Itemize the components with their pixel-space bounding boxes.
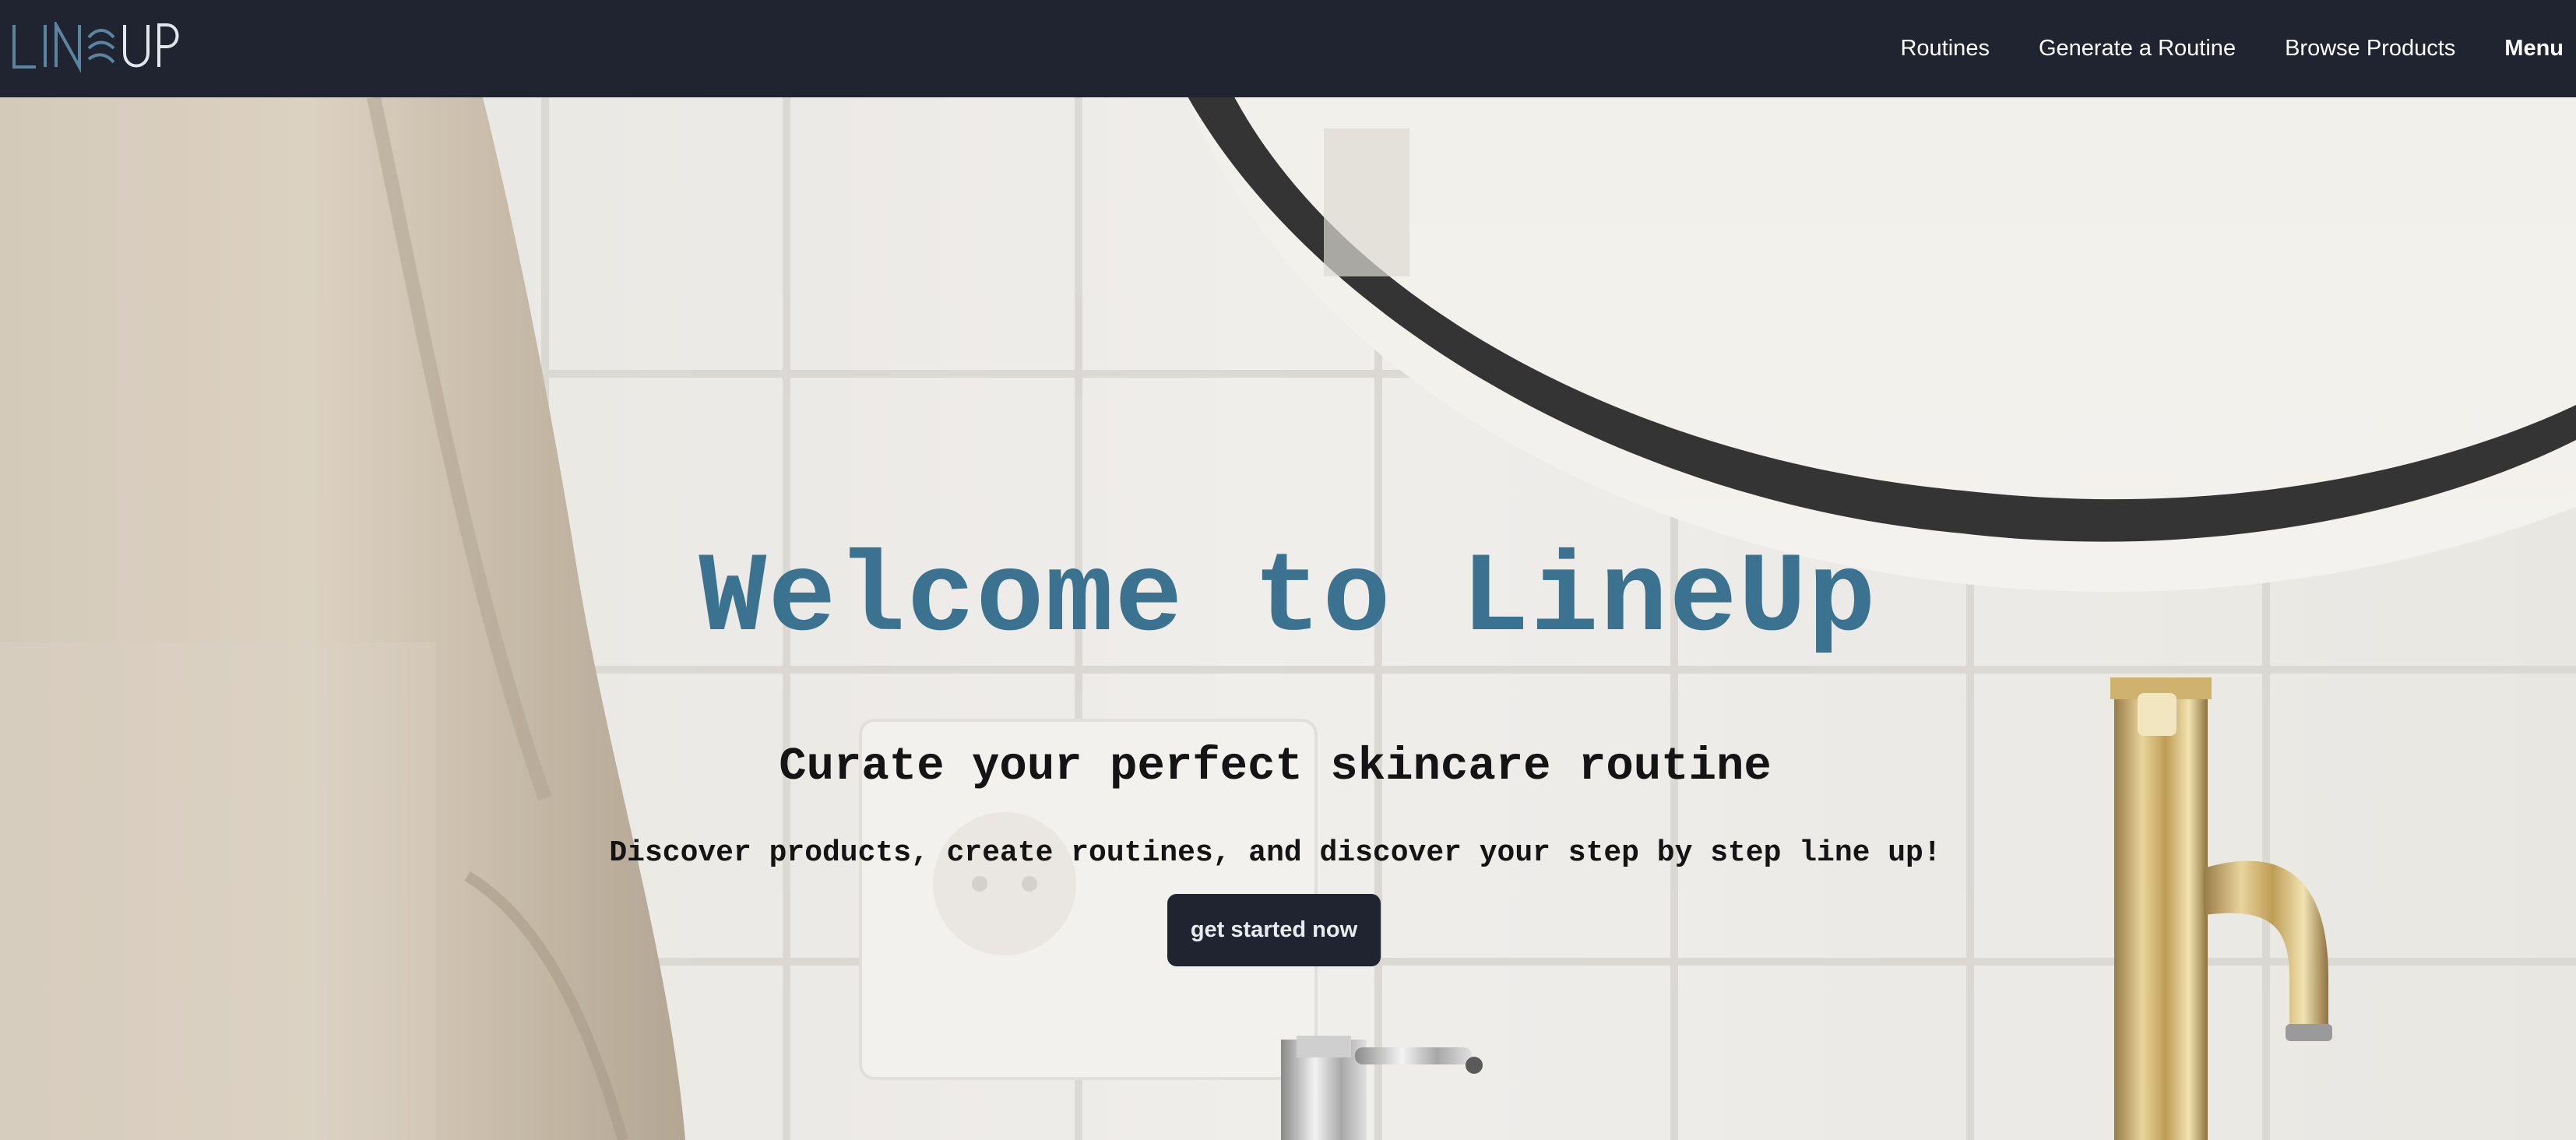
top-nav: Routines Generate a Routine Browse Produ… (0, 0, 2576, 97)
nav-links: Routines Generate a Routine Browse Produ… (1851, 0, 2576, 97)
get-started-button[interactable]: get started now (1167, 894, 1381, 966)
menu-button[interactable]: Menu (2504, 36, 2564, 62)
hero-description: Discover products, create routines, and … (609, 836, 1941, 870)
lineup-logo-mark (12, 19, 179, 73)
hero-title: Welcome to LineUp (699, 535, 1877, 663)
hero-section: Welcome to LineUp Curate your perfect sk… (0, 97, 2576, 1140)
nav-link-generate-routine[interactable]: Generate a Routine (2039, 36, 2236, 62)
hero-subtitle: Curate your perfect skincare routine (779, 741, 1772, 793)
lineup-logo[interactable] (11, 19, 182, 73)
nav-link-routines[interactable]: Routines (1900, 36, 1989, 62)
nav-link-browse-products[interactable]: Browse Products (2285, 36, 2455, 62)
